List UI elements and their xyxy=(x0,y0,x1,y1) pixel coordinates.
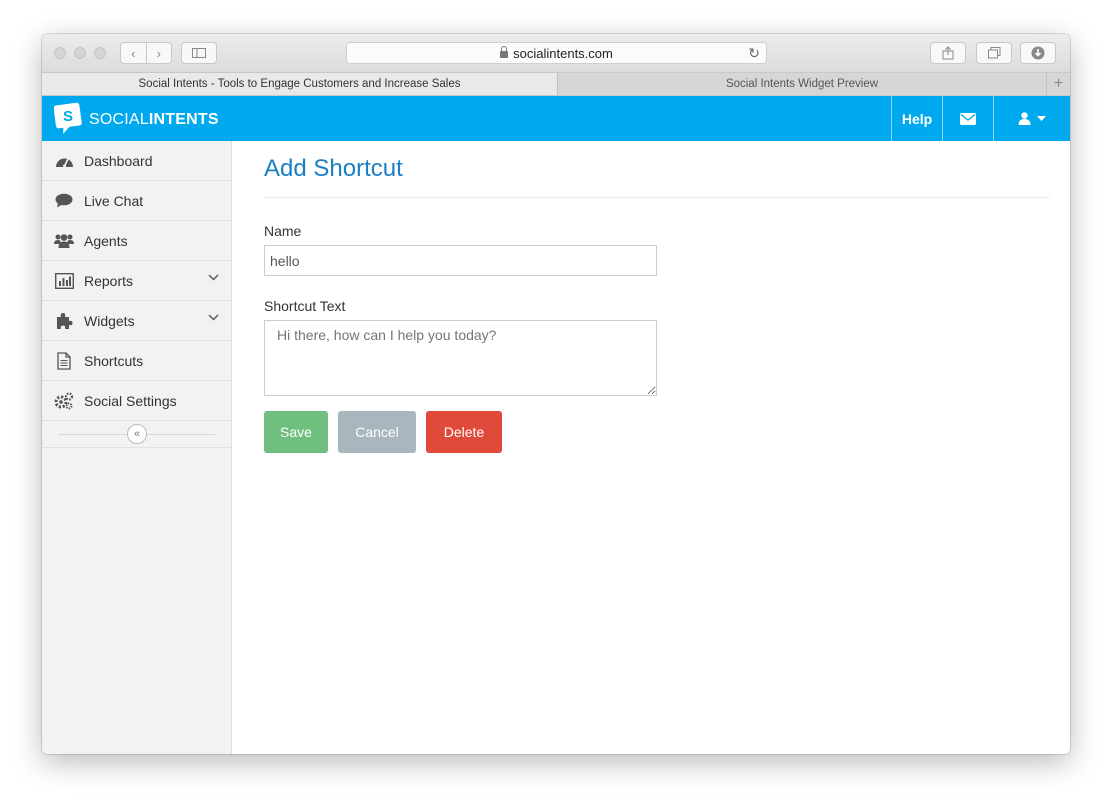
sidebar: Dashboard Live Chat Agents Reports Widge… xyxy=(42,141,232,754)
shortcut-text-label: Shortcut Text xyxy=(264,298,346,314)
users-icon xyxy=(54,232,74,250)
save-button[interactable]: Save xyxy=(264,411,328,453)
user-icon xyxy=(1018,112,1031,125)
delete-button[interactable]: Delete xyxy=(426,411,502,453)
header-nav: Help xyxy=(891,96,1070,141)
envelope-icon xyxy=(960,112,976,125)
tab-bar: Social Intents - Tools to Engage Custome… xyxy=(42,72,1070,96)
user-menu-button[interactable] xyxy=(993,96,1070,141)
close-window-button[interactable] xyxy=(54,47,66,59)
download-icon xyxy=(1031,46,1045,60)
brand-name[interactable]: SOCIALINTENTS xyxy=(89,111,219,129)
new-tab-icon[interactable]: + xyxy=(1046,73,1070,95)
sidebar-toggle-button[interactable] xyxy=(181,42,217,64)
chat-icon xyxy=(54,192,74,210)
sidebar-item-label: Reports xyxy=(84,272,134,289)
tab-social-intents[interactable]: Social Intents - Tools to Engage Custome… xyxy=(42,73,557,95)
sidebar-item-dashboard[interactable]: Dashboard xyxy=(42,141,231,181)
forward-icon[interactable]: › xyxy=(145,43,172,63)
zoom-window-button[interactable] xyxy=(94,47,106,59)
address-text: socialintents.com xyxy=(513,45,613,61)
chevron-down-icon[interactable] xyxy=(208,274,219,281)
collapse-sidebar-icon[interactable]: « xyxy=(127,424,147,444)
caret-down-icon xyxy=(1037,115,1046,121)
chevron-down-icon[interactable] xyxy=(208,314,219,321)
puzzle-icon xyxy=(54,312,74,330)
title-divider xyxy=(264,197,1050,198)
name-label: Name xyxy=(264,223,302,239)
sidebar-item-label: Shortcuts xyxy=(84,352,144,369)
name-input[interactable] xyxy=(264,245,657,276)
page-title: Add Shortcut xyxy=(264,155,403,182)
gears-icon xyxy=(54,391,74,410)
sidebar-item-social-settings[interactable]: Social Settings xyxy=(42,381,231,421)
shortcut-text-input[interactable] xyxy=(264,320,657,396)
share-button[interactable] xyxy=(930,42,966,64)
sidebar-item-label: Live Chat xyxy=(84,192,144,209)
history-nav: ‹ › xyxy=(120,42,172,64)
sidebar-item-label: Widgets xyxy=(84,312,135,329)
brand-name-light: SOCIAL xyxy=(89,111,149,128)
browser-window: ‹ › socialintents.com ↻ Social Intents -… xyxy=(42,34,1070,754)
svg-text:S: S xyxy=(63,108,73,125)
sidebar-item-agents[interactable]: Agents xyxy=(42,221,231,261)
lock-icon xyxy=(500,45,509,58)
sidebar-item-label: Agents xyxy=(84,232,128,249)
logo-icon[interactable]: S xyxy=(54,102,82,134)
reload-icon[interactable]: ↻ xyxy=(748,45,760,62)
bar-chart-icon xyxy=(54,272,74,290)
sidebar-item-live-chat[interactable]: Live Chat xyxy=(42,181,231,221)
share-icon xyxy=(942,46,954,60)
main-content: Add Shortcut Name Shortcut Text Save Can… xyxy=(232,141,1070,754)
sidebar-collapse-row: « xyxy=(42,421,231,448)
tabs-overview-button[interactable] xyxy=(976,42,1012,64)
downloads-button[interactable] xyxy=(1020,42,1056,64)
sidebar-icon xyxy=(192,48,206,58)
help-link[interactable]: Help xyxy=(891,96,942,141)
tab-widget-preview[interactable]: Social Intents Widget Preview xyxy=(557,73,1046,95)
document-icon xyxy=(54,351,74,370)
address-bar[interactable]: socialintents.com ↻ xyxy=(346,42,767,64)
dashboard-icon xyxy=(54,152,74,170)
sidebar-item-label: Social Settings xyxy=(84,392,177,409)
tabs-icon xyxy=(987,47,1000,59)
browser-toolbar: ‹ › socialintents.com ↻ xyxy=(42,34,1070,72)
brand-name-bold: INTENTS xyxy=(148,111,219,128)
minimize-window-button[interactable] xyxy=(74,47,86,59)
sidebar-item-label: Dashboard xyxy=(84,152,153,169)
app-header: S SOCIALINTENTS Help xyxy=(42,96,1070,141)
cancel-button[interactable]: Cancel xyxy=(338,411,416,453)
sidebar-item-reports[interactable]: Reports xyxy=(42,261,231,301)
sidebar-item-widgets[interactable]: Widgets xyxy=(42,301,231,341)
sidebar-item-shortcuts[interactable]: Shortcuts xyxy=(42,341,231,381)
messages-button[interactable] xyxy=(942,96,993,141)
back-icon[interactable]: ‹ xyxy=(121,43,146,63)
